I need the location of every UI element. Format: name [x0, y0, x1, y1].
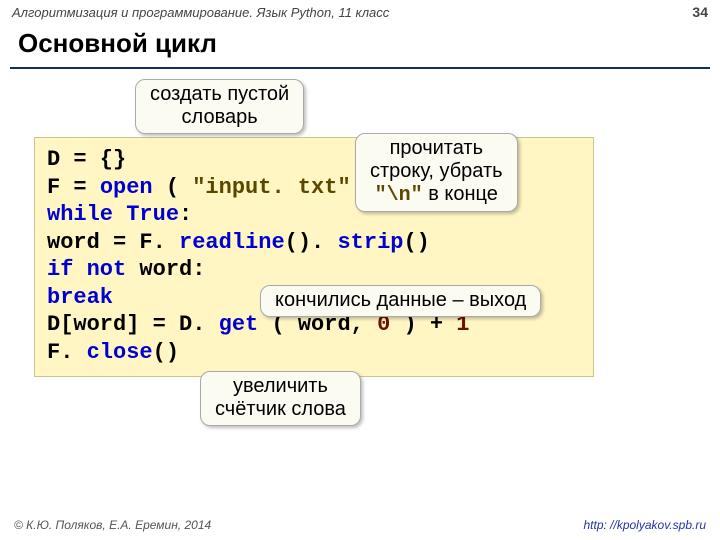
code-line: word = F. readline(). strip() — [47, 229, 581, 257]
page-number: 34 — [692, 4, 708, 20]
slide-title: Основной цикл — [0, 22, 720, 67]
callout-create-dict: создать пустойсловарь — [135, 79, 304, 134]
content-area: D = {} F = open ( "input. txt" ) while T… — [0, 69, 720, 449]
footer-url: http: //kpolyakov.spb.ru — [583, 518, 706, 532]
course-title: Алгоритмизация и программирование. Язык … — [12, 5, 389, 20]
code-line: F. close() — [47, 339, 581, 367]
callout-eof: кончились данные – выход — [260, 285, 541, 317]
slide-header: Алгоритмизация и программирование. Язык … — [0, 0, 720, 22]
slide-footer: © К.Ю. Поляков, Е.А. Еремин, 2014 http: … — [0, 518, 720, 532]
copyright: © К.Ю. Поляков, Е.А. Еремин, 2014 — [14, 518, 211, 532]
callout-read-line: прочитатьстроку, убрать"\n" в конце — [355, 133, 518, 212]
callout-counter: увеличитьсчётчик слова — [200, 371, 361, 426]
code-line: if not word: — [47, 256, 581, 284]
